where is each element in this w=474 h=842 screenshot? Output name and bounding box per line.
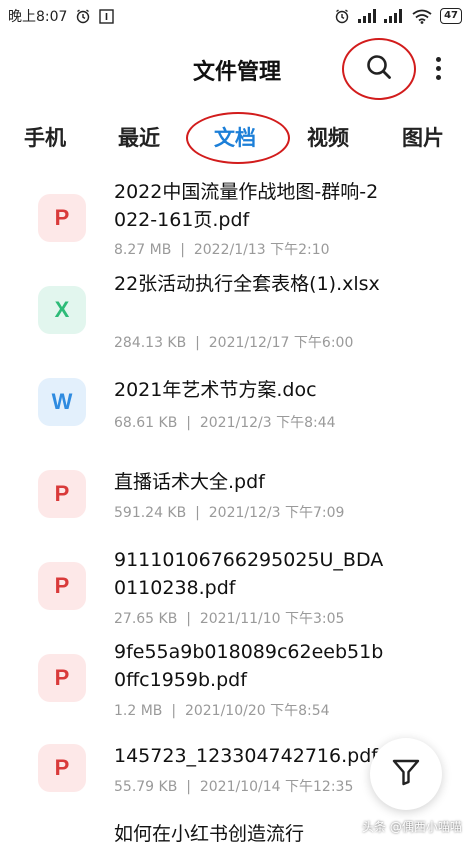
notification-box-icon [99,8,115,24]
file-meta: 8.27 MB | 2022/1/13 下午2:10 [114,239,330,259]
file-size: 284.13 KB [114,335,187,351]
status-right: 47 [334,8,462,24]
more-dot-icon [435,74,441,80]
pdf-icon: P [38,470,86,518]
file-size: 27.65 KB [114,611,178,627]
category-tabs: 手机 最近 文档 视频 图片 [0,112,474,164]
file-date: 2021/12/3 下午7:09 [208,505,345,521]
meta-separator: | [186,779,191,795]
file-name: 145723_123304742716.pdf [114,745,378,767]
meta-separator: | [195,335,200,351]
tab-recent[interactable]: 最近 [118,122,160,152]
battery-icon: 47 [440,8,462,24]
file-meta: 591.24 KB | 2021/12/3 下午7:09 [114,502,344,522]
file-name: 91110106766295025U_BDA0110238.pdf [114,549,384,599]
status-bar: 晚上8:07 47 [0,0,474,32]
pdf-icon: P [38,744,86,792]
file-size: 8.27 MB [114,242,172,258]
file-meta: 55.79 KB | 2021/10/14 下午12:35 [114,776,353,796]
signal-icon [358,9,377,23]
search-button[interactable] [342,38,416,100]
file-name: 22张活动执行全套表格(1).xlsx [114,273,380,295]
file-size: 1.2 MB [114,703,163,719]
alarm-clock-icon [75,8,91,24]
doc-icon: W [38,378,86,426]
more-options-button[interactable] [426,52,450,84]
more-dot-icon [435,56,441,62]
status-time: 晚上8:07 [8,9,68,25]
file-date: 2021/12/3 下午8:44 [199,415,336,431]
file-size: 55.79 KB [114,779,178,795]
pdf-icon: P [38,562,86,610]
file-meta: 284.13 KB | 2021/12/17 下午6:00 [114,332,353,352]
file-meta: 27.65 KB | 2021/11/10 下午3:05 [114,608,344,628]
file-size: 591.24 KB [114,505,187,521]
filter-button[interactable] [370,738,442,810]
xlsx-icon: X [38,286,86,334]
tab-phone[interactable]: 手机 [24,122,66,152]
tab-images[interactable]: 图片 [402,122,444,152]
meta-separator: | [186,415,191,431]
file-meta: 68.61 KB | 2021/12/3 下午8:44 [114,412,336,432]
pdf-icon: P [38,654,86,702]
filter-icon [391,757,421,791]
search-highlight-circle [342,38,416,100]
meta-separator: | [171,703,177,719]
file-name: 直播话术大全.pdf [114,471,265,493]
meta-separator: | [186,611,191,627]
signal-hd-icon [384,9,404,23]
meta-separator: | [180,242,185,258]
status-left: 晚上8:07 [8,6,115,26]
file-date: 2021/11/10 下午3:05 [199,611,345,627]
file-date: 2021/12/17 下午6:00 [208,335,354,351]
wifi-icon [412,9,432,24]
file-name: 2022中国流量作战地图-群响-2022-161页.pdf [114,181,379,231]
file-date: 2021/10/14 下午12:35 [199,779,354,795]
file-meta: 1.2 MB | 2021/10/20 下午8:54 [114,700,330,720]
alarm-icon [334,8,350,24]
app-header: 文件管理 [0,36,474,100]
watermark: 头条 @偶西小喵喵 [362,820,462,834]
pdf-icon: P [38,194,86,242]
file-name: 如何在小红书创造流行 [114,823,305,842]
file-date: 2021/10/20 下午8:54 [184,703,330,719]
more-dot-icon [435,65,441,71]
file-name: 9fe55a9b018089c62eeb51b0ffc1959b.pdf [114,641,384,691]
file-size: 68.61 KB [114,415,178,431]
file-name: 2021年艺术节方案.doc [114,379,317,401]
file-date: 2022/1/13 下午2:10 [193,242,330,258]
meta-separator: | [195,505,200,521]
tab-documents[interactable]: 文档 [214,122,256,152]
tab-videos[interactable]: 视频 [307,122,349,152]
